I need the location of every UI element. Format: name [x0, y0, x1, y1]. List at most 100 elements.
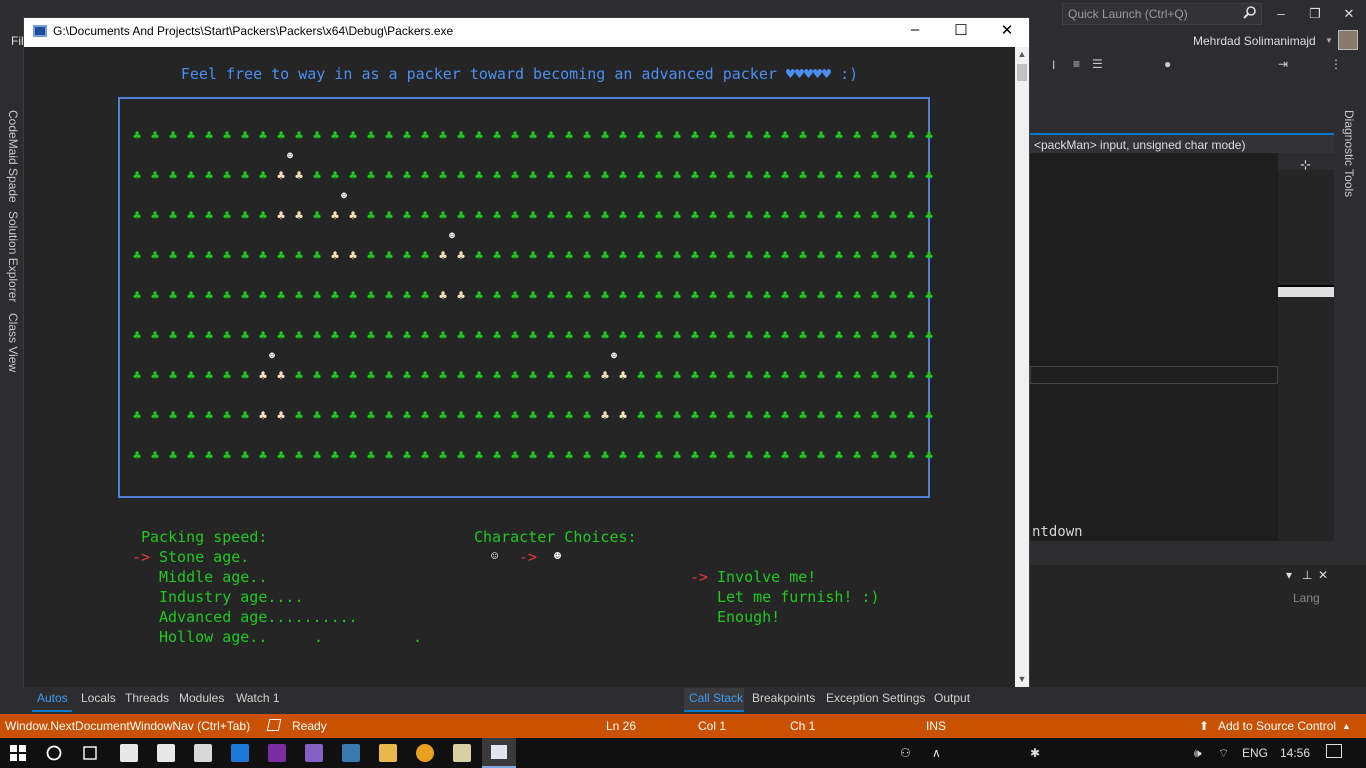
italic-icon[interactable]: I	[1052, 58, 1055, 72]
indent-icon[interactable]: ⇥	[1278, 57, 1288, 71]
tab-locals[interactable]: Locals	[81, 691, 116, 705]
tab-watch-1[interactable]: Watch 1	[236, 691, 280, 705]
list-icon[interactable]: ☰	[1092, 57, 1103, 71]
chevron-down-icon[interactable]: ▼	[1325, 36, 1333, 45]
people-icon[interactable]: ⚇	[900, 746, 911, 760]
vs-minimize-button[interactable]: –	[1266, 6, 1296, 21]
store-icon[interactable]	[157, 744, 175, 762]
club-tile: ♣	[799, 329, 807, 344]
tab-diagnostic-tools[interactable]: Diagnostic Tools	[1342, 110, 1356, 197]
tab-class-view[interactable]: Class View	[6, 313, 20, 372]
action-involve[interactable]: Involve me!	[717, 568, 816, 586]
edge-icon[interactable]	[231, 744, 249, 762]
vs-restore-button[interactable]: ❐	[1300, 6, 1330, 22]
tab-autos[interactable]: Autos	[37, 691, 68, 705]
volume-icon[interactable]: 🕪	[1194, 746, 1202, 761]
club-tile: ♣	[259, 369, 267, 384]
file-menu[interactable]: Fil	[11, 34, 24, 48]
notepad-icon[interactable]	[453, 744, 471, 762]
speed-option-middle[interactable]: Middle age..	[159, 568, 267, 586]
club-tile: ♣	[727, 369, 735, 384]
speed-option-advanced[interactable]: Advanced age..........	[159, 608, 358, 626]
speed-option-industry[interactable]: Industry age....	[159, 588, 304, 606]
maximize-button[interactable]: ☐	[938, 21, 984, 45]
user-name[interactable]: Mehrdad Solimanimajd	[1193, 34, 1316, 48]
visual-studio-icon[interactable]	[305, 744, 323, 762]
scroll-down-icon[interactable]: ▼	[1015, 674, 1029, 684]
speed-option-hollow[interactable]: Hollow age..	[159, 628, 267, 646]
club-tile: ♣	[691, 289, 699, 304]
club-tile: ♣	[205, 289, 213, 304]
chrome-icon[interactable]	[416, 744, 434, 762]
club-tile: ♣	[781, 369, 789, 384]
action-furnish[interactable]: Let me furnish! :)	[717, 588, 880, 606]
tab-exception-settings[interactable]: Exception Settings	[826, 691, 925, 705]
club-tile: ♣	[799, 289, 807, 304]
windows-start-icon[interactable]	[10, 745, 26, 761]
avatar[interactable]	[1338, 30, 1358, 50]
code-minimap[interactable]	[1278, 170, 1334, 541]
status-line[interactable]: Ln 26	[606, 719, 636, 733]
console-output[interactable]: Feel free to way in as a packer toward b…	[24, 47, 1015, 687]
dropdown-icon[interactable]: ▾	[1286, 568, 1292, 582]
club-tile: ♣	[511, 209, 519, 224]
tab-threads[interactable]: Threads	[125, 691, 169, 705]
chevron-up-icon[interactable]: ▲	[1342, 721, 1351, 731]
language-indicator[interactable]: ENG	[1242, 746, 1268, 760]
console-titlebar[interactable]: G:\Documents And Projects\Start\Packers\…	[24, 18, 1029, 47]
club-tile: ♣	[295, 289, 303, 304]
tab-output[interactable]: Output	[934, 691, 970, 705]
character-to[interactable]: ☻	[554, 549, 561, 563]
member-dropdown[interactable]: <packMan> input, unsigned char mode)	[1030, 133, 1334, 153]
close-icon[interactable]: ✕	[1318, 568, 1328, 582]
status-insert-mode[interactable]: INS	[926, 719, 946, 733]
file-explorer-icon[interactable]	[379, 744, 397, 762]
mail-icon[interactable]	[120, 744, 138, 762]
club-tile: ♣	[223, 409, 231, 424]
console-taskbar-button[interactable]	[482, 738, 516, 768]
character-from[interactable]: ☺	[491, 549, 498, 563]
status-column[interactable]: Col 1	[698, 719, 726, 733]
quick-launch-input[interactable]: Quick Launch (Ctrl+Q)	[1062, 3, 1262, 25]
clock[interactable]: 14:56	[1280, 746, 1310, 760]
search-icon[interactable]	[46, 745, 62, 761]
circle-icon[interactable]: ●	[1164, 57, 1171, 71]
tab-call-stack[interactable]: Call Stack	[689, 691, 743, 705]
overflow-icon[interactable]: ⋮	[1330, 57, 1342, 71]
scroll-thumb[interactable]	[1017, 64, 1027, 81]
tab-breakpoints[interactable]: Breakpoints	[752, 691, 815, 705]
search-icon[interactable]	[1243, 5, 1257, 19]
console-window[interactable]: G:\Documents And Projects\Start\Packers\…	[23, 17, 1030, 687]
notification-icon[interactable]	[1326, 744, 1342, 758]
pin-icon[interactable]: ⊥	[1302, 568, 1312, 582]
action-enough[interactable]: Enough!	[717, 608, 780, 626]
minimap-viewport[interactable]	[1278, 285, 1334, 297]
club-tile: ♣	[511, 409, 519, 424]
align-icon[interactable]: ≡	[1073, 57, 1080, 71]
app-icon[interactable]	[342, 744, 360, 762]
bluetooth-icon[interactable]: ✱	[1030, 746, 1040, 760]
club-tile: ♣	[511, 249, 519, 264]
speed-option-stone[interactable]: Stone age.	[159, 548, 249, 566]
code-editor[interactable]	[1030, 153, 1278, 541]
onenote-icon[interactable]	[268, 744, 286, 762]
network-icon[interactable]: ⌔	[1218, 746, 1229, 761]
tab-solution-explorer[interactable]: Solution Explorer	[6, 211, 20, 302]
photos-icon[interactable]	[194, 744, 212, 762]
vs-close-button[interactable]: ✕	[1334, 6, 1364, 22]
close-button[interactable]: ✕	[984, 21, 1030, 45]
column-header-lang[interactable]: Lang	[1293, 591, 1320, 605]
club-tile: ♣	[691, 409, 699, 424]
tab-codemaid-spade[interactable]: CodeMaid Spade	[6, 110, 20, 203]
club-tile: ♣	[871, 209, 879, 224]
status-char[interactable]: Ch 1	[790, 719, 815, 733]
chevron-up-icon[interactable]: ∧	[932, 746, 941, 760]
tab-modules[interactable]: Modules	[179, 691, 224, 705]
console-scrollbar[interactable]: ▲ ▼	[1015, 47, 1029, 687]
club-tile: ♣	[565, 129, 573, 144]
scroll-up-icon[interactable]: ▲	[1015, 49, 1029, 59]
arrow-up-icon[interactable]: ⬆	[1199, 719, 1209, 733]
minimize-button[interactable]: –	[892, 21, 938, 45]
add-to-source-control[interactable]: Add to Source Control	[1218, 719, 1336, 733]
task-view-icon[interactable]	[81, 745, 99, 761]
